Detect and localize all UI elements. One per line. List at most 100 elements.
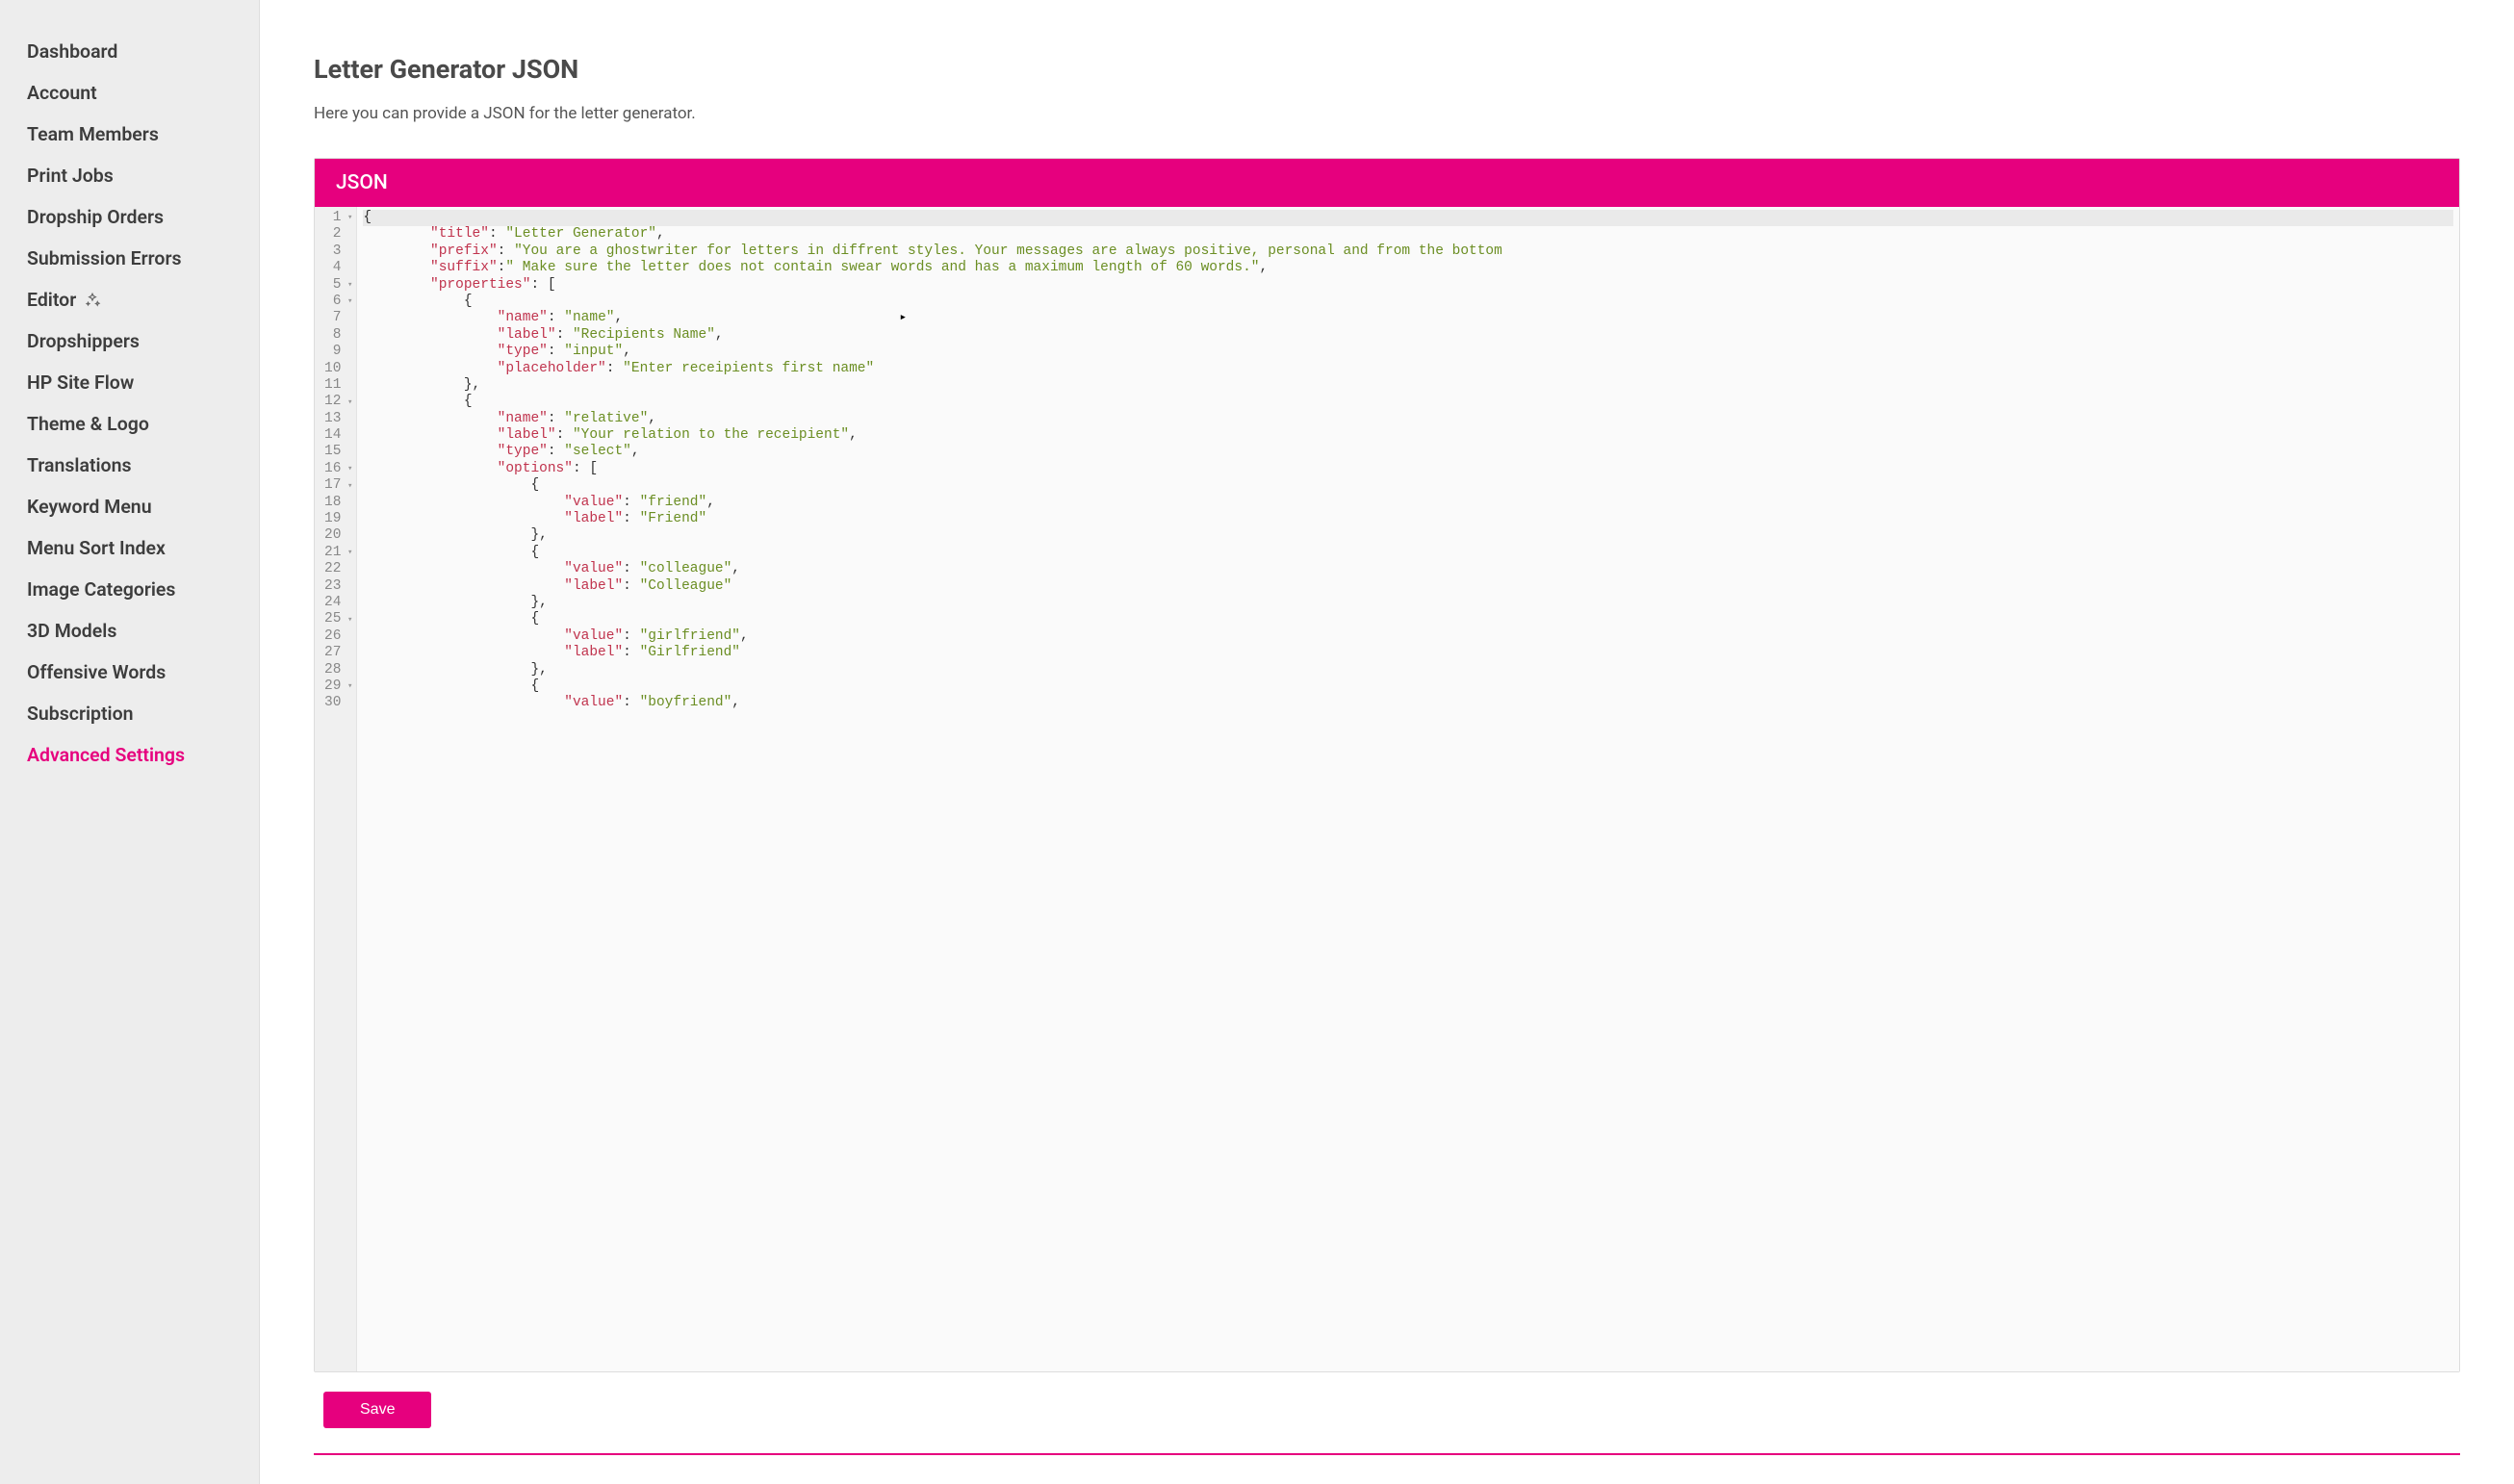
- code-line[interactable]: "value": "girlfriend",: [363, 628, 2453, 645]
- gutter-line: 30: [324, 695, 352, 711]
- sidebar-item-offensive-words[interactable]: Offensive Words: [0, 652, 259, 693]
- code-line[interactable]: "label": "Friend": [363, 511, 2453, 527]
- line-number: 10: [324, 361, 341, 377]
- divider: [314, 1453, 2460, 1455]
- gutter-line: 6▾: [324, 294, 352, 310]
- fold-toggle-icon[interactable]: ▾: [345, 548, 352, 558]
- code-line[interactable]: "title": "Letter Generator",: [363, 226, 2453, 243]
- code-line[interactable]: {: [363, 477, 2453, 494]
- line-number: 12: [324, 394, 341, 410]
- gutter-line: 23: [324, 578, 352, 595]
- code-line[interactable]: "placeholder": "Enter receipients first …: [363, 361, 2453, 377]
- sidebar: DashboardAccountTeam MembersPrint JobsDr…: [0, 0, 260, 1484]
- gutter-line: 11: [324, 377, 352, 394]
- code-line[interactable]: {: [363, 294, 2453, 310]
- sidebar-item-hp-site-flow[interactable]: HP Site Flow: [0, 362, 259, 403]
- editor-code[interactable]: { "title": "Letter Generator", "prefix":…: [357, 207, 2459, 1371]
- sidebar-item-account[interactable]: Account: [0, 72, 259, 114]
- line-number: 16: [324, 461, 341, 477]
- sidebar-item-advanced-settings[interactable]: Advanced Settings: [0, 734, 259, 776]
- line-number: 13: [324, 411, 341, 427]
- gutter-line: 28: [324, 662, 352, 678]
- code-line[interactable]: "properties": [: [363, 277, 2453, 294]
- line-number: 22: [324, 561, 341, 577]
- sidebar-item-theme-logo[interactable]: Theme & Logo: [0, 403, 259, 445]
- gutter-line: 14: [324, 427, 352, 444]
- sidebar-item-3d-models[interactable]: 3D Models: [0, 610, 259, 652]
- save-button[interactable]: Save: [323, 1392, 431, 1428]
- line-number: 19: [324, 511, 341, 527]
- code-line[interactable]: "options": [: [363, 461, 2453, 477]
- code-line[interactable]: },: [363, 377, 2453, 394]
- sidebar-item-image-categories[interactable]: Image Categories: [0, 569, 259, 610]
- sidebar-item-dashboard[interactable]: Dashboard: [0, 31, 259, 72]
- gutter-line: 27: [324, 645, 352, 661]
- line-number: 1: [333, 210, 342, 226]
- sidebar-item-print-jobs[interactable]: Print Jobs: [0, 155, 259, 196]
- code-line[interactable]: "label": "Recipients Name",: [363, 327, 2453, 344]
- code-line[interactable]: "value": "friend",: [363, 495, 2453, 511]
- line-number: 3: [333, 243, 342, 260]
- sidebar-item-editor[interactable]: Editor: [0, 279, 259, 320]
- code-line[interactable]: "name": "relative",: [363, 411, 2453, 427]
- sidebar-item-submission-errors[interactable]: Submission Errors: [0, 238, 259, 279]
- code-line[interactable]: "suffix":" Make sure the letter does not…: [363, 260, 2453, 276]
- code-line[interactable]: },: [363, 527, 2453, 544]
- line-number: 14: [324, 427, 341, 444]
- sidebar-item-menu-sort-index[interactable]: Menu Sort Index: [0, 527, 259, 569]
- gutter-line: 18: [324, 495, 352, 511]
- fold-toggle-icon[interactable]: ▾: [345, 397, 352, 408]
- code-line[interactable]: {: [363, 678, 2453, 695]
- gutter-line: 25▾: [324, 611, 352, 627]
- code-line[interactable]: "type": "select",: [363, 444, 2453, 460]
- code-line[interactable]: },: [363, 662, 2453, 678]
- line-number: 7: [333, 310, 342, 326]
- sidebar-item-label: 3D Models: [27, 620, 116, 642]
- code-line[interactable]: "value": "boyfriend",: [363, 695, 2453, 711]
- gutter-line: 8: [324, 327, 352, 344]
- code-line[interactable]: {: [363, 394, 2453, 410]
- code-line[interactable]: "prefix": "You are a ghostwriter for let…: [363, 243, 2453, 260]
- code-line[interactable]: "label": "Girlfriend": [363, 645, 2453, 661]
- line-number: 26: [324, 628, 341, 645]
- line-number: 27: [324, 645, 341, 661]
- sidebar-item-label: Theme & Logo: [27, 413, 149, 435]
- page-description: Here you can provide a JSON for the lett…: [314, 104, 2460, 123]
- line-number: 20: [324, 527, 341, 544]
- gutter-line: 19: [324, 511, 352, 527]
- sidebar-item-team-members[interactable]: Team Members: [0, 114, 259, 155]
- fold-toggle-icon[interactable]: ▾: [345, 213, 352, 223]
- fold-toggle-icon[interactable]: ▾: [345, 464, 352, 474]
- gutter-line: 10: [324, 361, 352, 377]
- sidebar-item-keyword-menu[interactable]: Keyword Menu: [0, 486, 259, 527]
- code-line[interactable]: {: [363, 611, 2453, 627]
- sidebar-item-label: HP Site Flow: [27, 371, 134, 394]
- fold-toggle-icon[interactable]: ▾: [345, 615, 352, 626]
- code-editor[interactable]: 1▾2345▾6▾789101112▾13141516▾17▾18192021▾…: [315, 207, 2459, 1371]
- code-line[interactable]: },: [363, 595, 2453, 611]
- sidebar-item-label: Submission Errors: [27, 247, 182, 269]
- fold-toggle-icon[interactable]: ▾: [345, 681, 352, 692]
- fold-toggle-icon[interactable]: ▾: [345, 296, 352, 307]
- line-number: 11: [324, 377, 341, 394]
- code-line[interactable]: "name": "name", ▸: [363, 310, 2453, 326]
- sidebar-item-label: Editor: [27, 289, 76, 311]
- code-line[interactable]: {: [363, 210, 2453, 226]
- code-line[interactable]: "label": "Your relation to the receipien…: [363, 427, 2453, 444]
- sidebar-item-label: Offensive Words: [27, 661, 166, 683]
- code-line[interactable]: "type": "input",: [363, 344, 2453, 360]
- sidebar-item-translations[interactable]: Translations: [0, 445, 259, 486]
- fold-toggle-icon[interactable]: ▾: [345, 280, 352, 291]
- sidebar-item-dropship-orders[interactable]: Dropship Orders: [0, 196, 259, 238]
- code-line[interactable]: {: [363, 545, 2453, 561]
- sidebar-item-dropshippers[interactable]: Dropshippers: [0, 320, 259, 362]
- panel-header: JSON: [315, 159, 2459, 207]
- fold-toggle-icon[interactable]: ▾: [345, 481, 352, 492]
- gutter-line: 15: [324, 444, 352, 460]
- sidebar-item-subscription[interactable]: Subscription: [0, 693, 259, 734]
- code-line[interactable]: "label": "Colleague": [363, 578, 2453, 595]
- footer: Save: [314, 1392, 2460, 1455]
- code-line[interactable]: "value": "colleague",: [363, 561, 2453, 577]
- line-number: 4: [333, 260, 342, 276]
- gutter-line: 13: [324, 411, 352, 427]
